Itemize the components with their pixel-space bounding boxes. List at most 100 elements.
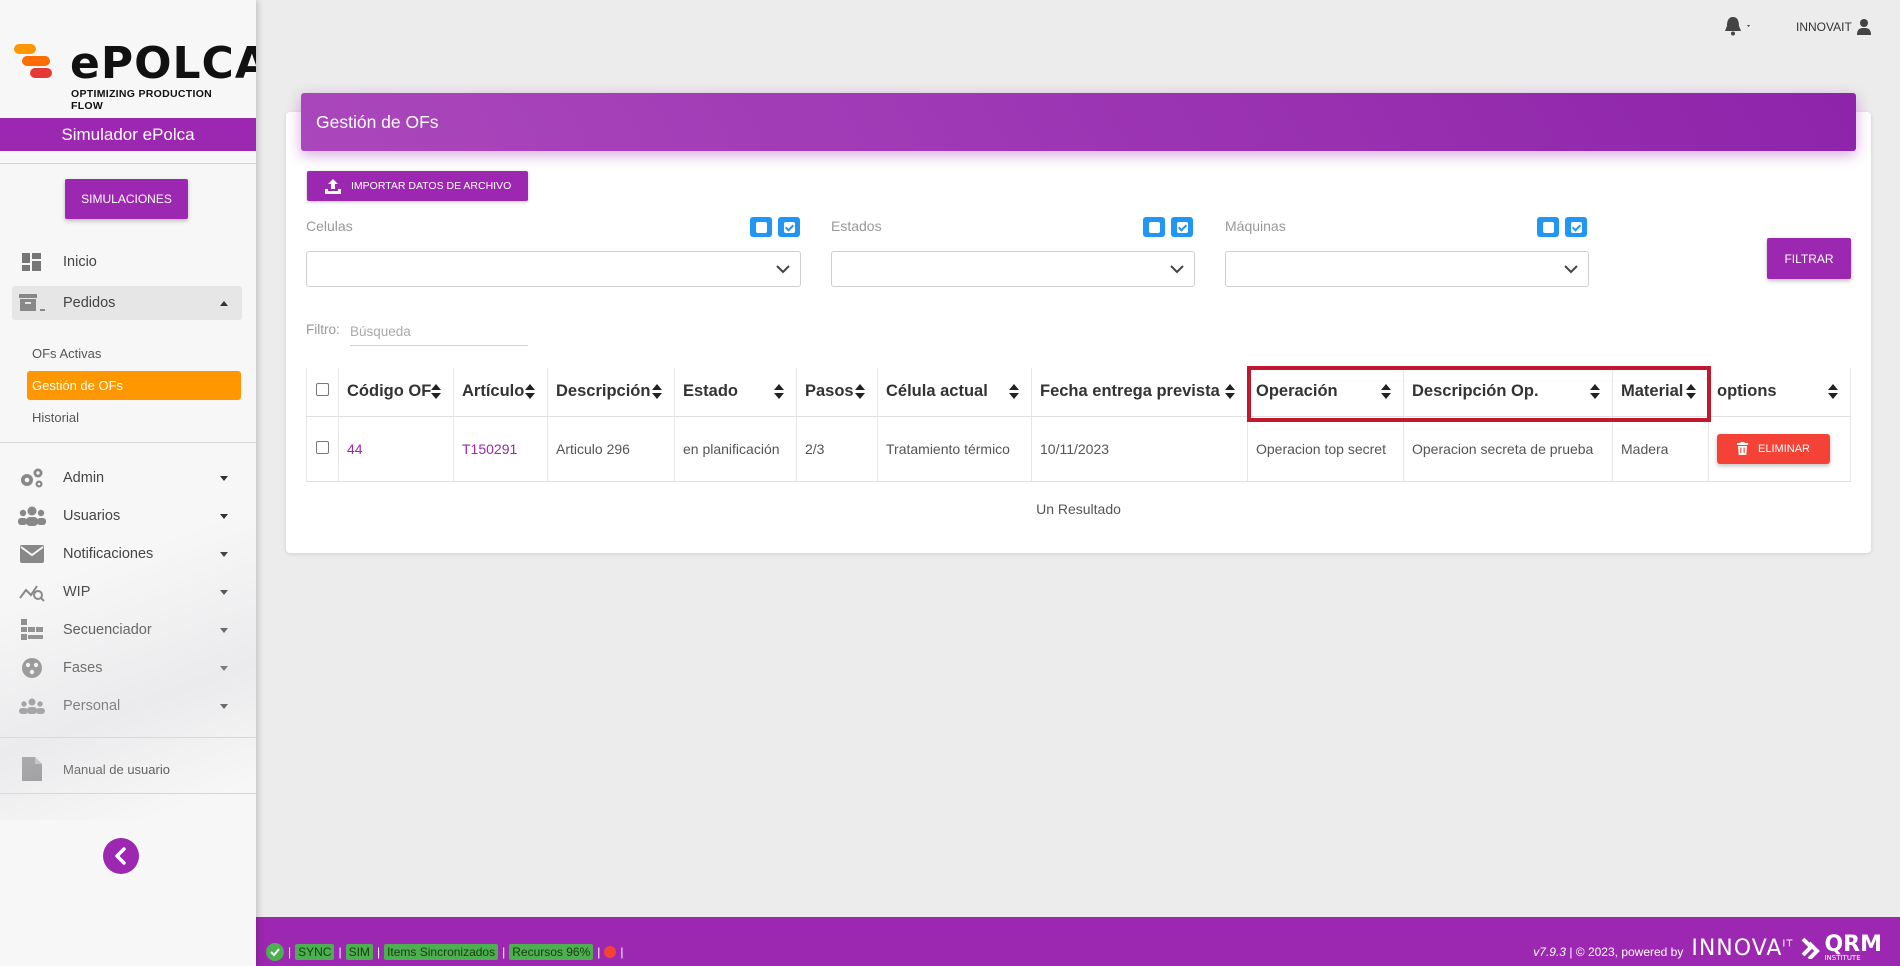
sequencer-icon: [18, 619, 46, 641]
sort-icon: [774, 384, 784, 400]
search-label: Filtro:: [306, 322, 340, 337]
column-header-descripcion[interactable]: Descripción: [547, 368, 675, 417]
sidebar-item-notificaciones[interactable]: Notificaciones: [12, 537, 242, 571]
sidebar-item-label: Inicio: [63, 254, 97, 270]
maquinas-select-all-button[interactable]: [1565, 217, 1587, 237]
caret-down-icon: [1747, 25, 1750, 27]
team-icon: [18, 695, 46, 717]
page-title: Gestión de OFs: [301, 93, 1856, 151]
document-icon: [18, 757, 46, 781]
chart-search-icon: [18, 581, 46, 603]
column-header-material[interactable]: Material: [1612, 368, 1709, 417]
column-header-articulo[interactable]: Artículo: [453, 368, 548, 417]
codigo-link[interactable]: 44: [347, 441, 363, 457]
checkbox-checked-icon: [1176, 221, 1188, 233]
sidebar-item-manual[interactable]: Manual de usuario: [12, 752, 242, 786]
divider: [0, 793, 256, 794]
cell-material: Madera: [1612, 416, 1709, 482]
cell-estado: en planificación: [674, 416, 797, 482]
result-count: Un Resultado: [1036, 501, 1121, 517]
divider: [0, 737, 256, 738]
cell-articulo[interactable]: T150291: [453, 416, 548, 482]
estados-select-all-button[interactable]: [1171, 217, 1193, 237]
sort-icon: [855, 384, 865, 400]
sidebar-item-fases[interactable]: Fases: [12, 651, 242, 685]
divider: [0, 442, 256, 443]
chevron-down-icon: [1170, 265, 1184, 274]
column-header-estado[interactable]: Estado: [674, 368, 797, 417]
column-header-fecha[interactable]: Fecha entrega prevista: [1031, 368, 1248, 417]
filter-button[interactable]: FILTRAR: [1767, 238, 1851, 279]
collapse-sidebar-button[interactable]: [103, 838, 139, 874]
sidebar-item-usuarios[interactable]: Usuarios: [12, 499, 242, 533]
sort-icon: [1590, 384, 1600, 400]
articulo-link[interactable]: T150291: [462, 441, 517, 457]
column-header-celula[interactable]: Célula actual: [877, 368, 1032, 417]
select-all-header: [306, 368, 339, 417]
celulas-select-all-button[interactable]: [778, 217, 800, 237]
cell-celula: Tratamiento térmico: [877, 416, 1032, 482]
sidebar-item-pedidos[interactable]: Pedidos: [12, 286, 242, 320]
column-header-descripcion-op[interactable]: Descripción Op.: [1403, 368, 1613, 417]
status-recursos: Recursos 96%: [509, 944, 594, 960]
sidebar-subitem-historial[interactable]: Historial: [27, 403, 241, 432]
sidebar-item-secuenciador[interactable]: Secuenciador: [12, 613, 242, 647]
chevron-down-icon: [1564, 265, 1578, 274]
cell-options: ELIMINAR: [1708, 416, 1851, 482]
sidebar-item-label: Pedidos: [63, 295, 116, 311]
sidebar-item-wip[interactable]: WIP: [12, 575, 242, 609]
simulations-button[interactable]: SIMULACIONES: [65, 179, 188, 219]
sidebar-subitem-gestion-ofs[interactable]: Gestión de OFs: [27, 371, 241, 400]
archive-icon: [18, 292, 46, 314]
import-button-label: IMPORTAR DATOS DE ARCHIVO: [351, 180, 512, 192]
status-sim: SIM: [345, 944, 373, 960]
notifications-dropdown[interactable]: [1724, 16, 1752, 43]
column-header-pasos[interactable]: Pasos: [796, 368, 878, 417]
checkbox-empty-icon: [1148, 221, 1160, 233]
import-file-button[interactable]: IMPORTAR DATOS DE ARCHIVO: [307, 171, 528, 201]
sidebar-item-inicio[interactable]: Inicio: [12, 245, 242, 279]
phases-icon: [18, 657, 46, 679]
sidebar-item-admin[interactable]: Admin: [12, 461, 242, 495]
celulas-deselect-all-button[interactable]: [750, 217, 772, 237]
chevron-down-icon: [220, 552, 228, 557]
sort-icon: [1225, 384, 1235, 400]
delete-button[interactable]: ELIMINAR: [1717, 433, 1830, 464]
sort-icon: [1686, 384, 1696, 400]
chevron-down-icon: [220, 476, 228, 481]
table-row: 44 T150291 Articulo 296 en planificación…: [306, 416, 1851, 482]
column-header-options[interactable]: options: [1708, 368, 1851, 417]
row-checkbox[interactable]: [316, 440, 329, 454]
footer-version: v7.9.3: [1533, 945, 1566, 960]
cell-codigo[interactable]: 44: [338, 416, 454, 482]
sort-icon: [1381, 384, 1391, 400]
maquinas-select[interactable]: [1225, 251, 1589, 287]
estados-select[interactable]: [831, 251, 1195, 287]
celulas-select[interactable]: [306, 251, 801, 287]
user-menu[interactable]: INNOVAIT: [1796, 19, 1871, 35]
sidebar-item-label: Usuarios: [63, 508, 121, 524]
maquinas-label: Máquinas: [1225, 218, 1286, 234]
select-all-checkbox[interactable]: [316, 383, 329, 397]
envelope-icon: [18, 543, 46, 565]
sidebar-item-personal[interactable]: Personal: [12, 689, 242, 723]
search-input[interactable]: [350, 318, 528, 346]
celulas-label: Celulas: [306, 218, 353, 234]
cell-descripcion-op: Operacion secreta de prueba: [1403, 416, 1613, 482]
gears-icon: [18, 467, 46, 489]
check-circle-icon: [266, 943, 284, 961]
estados-deselect-all-button[interactable]: [1143, 217, 1165, 237]
epolca-logo[interactable]: ePOLCA OPTIMIZING PRODUCTION FLOW: [14, 38, 256, 112]
column-header-codigo[interactable]: Código OF: [338, 368, 454, 417]
sidebar-subitem-ofs-activas[interactable]: OFs Activas: [27, 339, 241, 368]
footer-copyright: v7.9.3 | © 2023, powered by: [1533, 945, 1684, 960]
status-sync: SYNC: [295, 944, 335, 960]
sort-icon: [431, 384, 441, 400]
sidebar-item-label: Notificaciones: [63, 546, 154, 562]
column-header-operacion[interactable]: Operación: [1247, 368, 1404, 417]
maquinas-deselect-all-button[interactable]: [1537, 217, 1559, 237]
logo-mark-icon: [14, 44, 60, 84]
status-bar: | SYNC | SIM | Items Sincronizados | Rec…: [266, 943, 624, 961]
sidebar-item-label: Secuenciador: [63, 622, 152, 638]
chevron-down-icon: [220, 628, 228, 633]
